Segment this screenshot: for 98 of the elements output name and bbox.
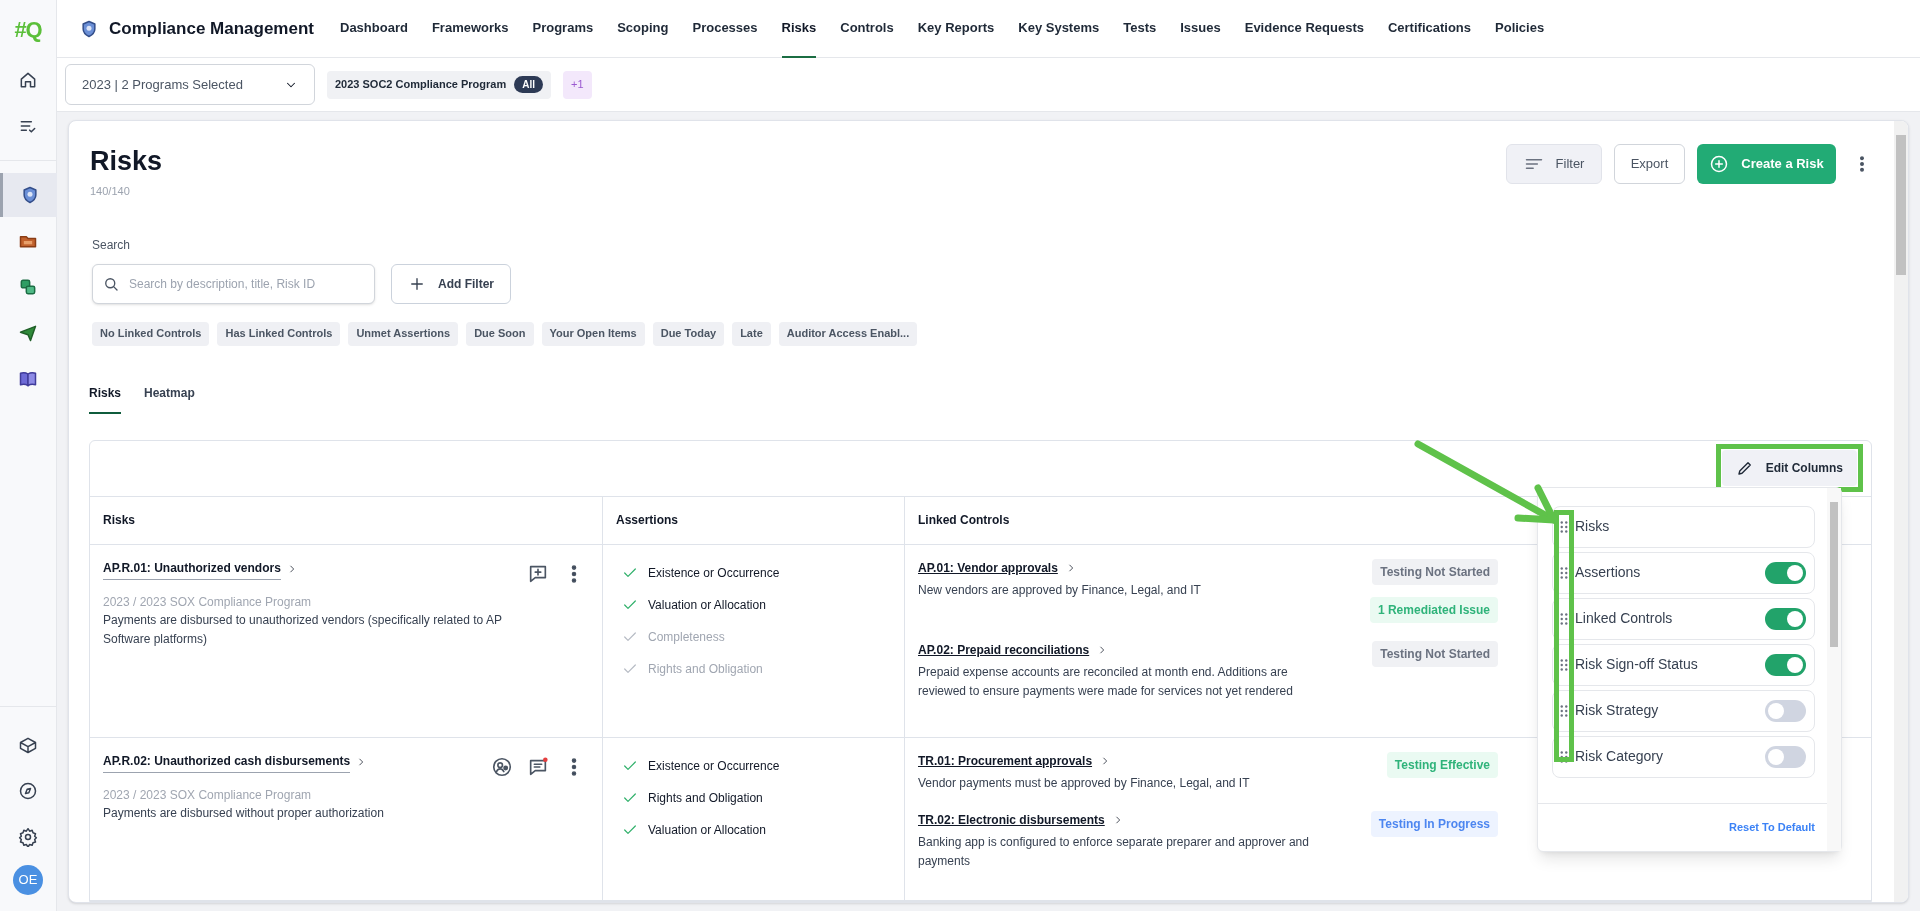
box-icon	[18, 735, 38, 755]
nav-tab[interactable]: Certifications	[1387, 0, 1471, 58]
control-description: Banking app is configured to enforce separate preparer and approver and payments	[918, 833, 1310, 870]
column-header: Linked Controls	[918, 512, 1010, 529]
column-option[interactable]: Linked Controls	[1552, 597, 1815, 640]
nav-tab[interactable]: Key Systems	[1018, 0, 1100, 58]
status-badge: Testing Effective	[1386, 751, 1498, 778]
pencil-icon	[1735, 459, 1754, 477]
shield-nav-button[interactable]	[0, 173, 57, 217]
reset-link[interactable]: Reset To Default	[1729, 818, 1815, 836]
risk-title-link[interactable]: AP.R.01: Unauthorized vendors	[103, 558, 281, 580]
status-badge: Testing Not Started	[1372, 558, 1498, 585]
view-tab[interactable]: Risks	[89, 383, 122, 414]
chip-badge: All	[514, 76, 543, 93]
risk-description: Payments are disbursed without proper authorization	[103, 804, 385, 822]
column-option[interactable]: Risk Sign-off Status	[1552, 643, 1815, 686]
app-logo: #Q	[14, 15, 42, 44]
control-link[interactable]: TR.01: Procurement approvals	[918, 751, 1093, 770]
user-circle-icon[interactable]	[491, 755, 513, 778]
assertion-label: Valuation or Allocation	[648, 596, 766, 614]
page-title: Risks	[90, 145, 163, 178]
quick-filter-chip[interactable]: Due Soon	[466, 321, 534, 346]
toggle-switch[interactable]	[1765, 561, 1806, 584]
assertion-label: Existence or Occurrence	[648, 757, 780, 775]
quick-filter-chip[interactable]: Due Today	[652, 321, 725, 346]
risk-description: Payments are disbursed to unauthorized vendors (specifically related to AP Software platforms)	[103, 611, 503, 648]
program-name: 2023 SOC2 Compliance Program	[335, 77, 507, 93]
status-badge: Testing In Progress	[1370, 810, 1498, 837]
assertion-label: Rights and Obligation	[648, 789, 763, 807]
nav-tab[interactable]: Scoping	[617, 0, 669, 58]
control-description: New vendors are approved by Finance, Legal, and IT	[918, 581, 1202, 599]
compass-icon	[18, 781, 38, 801]
scrollbar[interactable]	[1827, 487, 1841, 851]
risk-title-link[interactable]: AP.R.02: Unauthorized cash disbursements	[103, 751, 351, 773]
nav-tab[interactable]: Processes	[692, 0, 758, 58]
nav-tab[interactable]: Dashboard	[340, 0, 408, 58]
nav-tab[interactable]: Key Reports	[917, 0, 995, 58]
book-icon	[18, 369, 38, 389]
status-badge: 1 Remediated Issue	[1369, 596, 1498, 623]
quick-filter-chip[interactable]: Your Open Items	[541, 321, 645, 346]
column-option-label: Risk Sign-off Status	[1575, 655, 1699, 674]
program-selector[interactable]: 2023 | 2 Programs Selected	[65, 64, 315, 105]
control-description: Vendor payments must be approved by Finance, Legal, and IT	[918, 774, 1251, 792]
sync-icon	[18, 277, 38, 297]
control-link[interactable]: AP.01: Vendor approvals	[918, 558, 1058, 577]
column-option-label: Assertions	[1575, 563, 1642, 582]
toggle-switch[interactable]	[1765, 699, 1806, 722]
toggle-switch[interactable]	[1765, 653, 1806, 676]
export-button[interactable]: Export	[1614, 144, 1685, 184]
record-count: 140/140	[90, 184, 131, 199]
quick-filter-chip[interactable]: Unmet Assertions	[348, 321, 459, 346]
nav-tab[interactable]: Programs	[532, 0, 594, 58]
nav-tab[interactable]: Frameworks	[431, 0, 509, 58]
column-header: Assertions	[616, 512, 679, 529]
control-link[interactable]: AP.02: Prepaid reconciliations	[918, 640, 1090, 659]
control-description: Prepaid expense accounts are reconciled at month end. Additions are reviewed to ensure payments were made for services not yet rendered	[918, 663, 1294, 700]
nav-tab[interactable]: Tests	[1123, 0, 1157, 58]
column-option[interactable]: Risk Category	[1552, 735, 1815, 778]
assertion-label: Completeness	[648, 628, 725, 646]
nav-tab[interactable]: Policies	[1495, 0, 1545, 58]
column-option[interactable]: Risk Strategy	[1552, 689, 1815, 732]
scrollbar[interactable]	[1894, 121, 1908, 902]
filter-button[interactable]: Filter	[1506, 144, 1602, 184]
edit-columns-button[interactable]: Edit Columns	[1721, 450, 1857, 486]
assertion-label: Valuation or Allocation	[648, 821, 766, 839]
view-tab[interactable]: Heatmap	[144, 383, 195, 414]
toggle-switch[interactable]	[1765, 745, 1806, 768]
quick-filter-chip[interactable]: No Linked Controls	[92, 321, 210, 346]
column-option[interactable]: Risks	[1552, 505, 1815, 548]
column-option-label: Risk Strategy	[1575, 701, 1660, 720]
nav-tab[interactable]: Controls	[840, 0, 894, 58]
program-path: 2023 / 2023 SOX Compliance Program	[103, 593, 313, 611]
assertion-label: Existence or Occurrence	[648, 564, 780, 582]
add-filter-button[interactable]: Add Filter	[391, 263, 511, 304]
column-header: Risks	[103, 512, 136, 529]
assertion-label: Rights and Obligation	[648, 660, 763, 678]
nav-tab[interactable]: Issues	[1180, 0, 1221, 58]
control-link[interactable]: TR.02: Electronic disbursements	[918, 810, 1105, 829]
column-option-label: Risk Category	[1575, 747, 1664, 766]
plus-circle-icon	[1709, 154, 1730, 174]
search-label: Search	[92, 236, 132, 254]
status-badge: Testing Not Started	[1372, 640, 1498, 667]
quick-filter-chip[interactable]: Auditor Access Enabl...	[778, 321, 918, 346]
nav-tab[interactable]: Evidence Requests	[1244, 0, 1364, 58]
program-path: 2023 / 2023 SOX Compliance Program	[103, 786, 313, 804]
toggle-switch[interactable]	[1765, 607, 1806, 630]
paper-plane-icon	[18, 323, 38, 343]
search-field[interactable]: Search by description, title, Risk ID	[92, 263, 375, 304]
column-option-label: Linked Controls	[1575, 609, 1674, 628]
column-option-label: Risks	[1575, 517, 1611, 536]
comment-dot-icon[interactable]	[527, 755, 549, 778]
settings-icon	[18, 827, 38, 847]
more-programs-button[interactable]: +1	[562, 70, 592, 99]
quick-filter-chip[interactable]: Has Linked Controls	[217, 321, 341, 346]
home-icon	[18, 70, 38, 90]
app-title: Compliance Management	[109, 17, 314, 40]
column-option[interactable]: Assertions	[1552, 551, 1815, 594]
quick-filter-chip[interactable]: Late	[732, 321, 771, 346]
